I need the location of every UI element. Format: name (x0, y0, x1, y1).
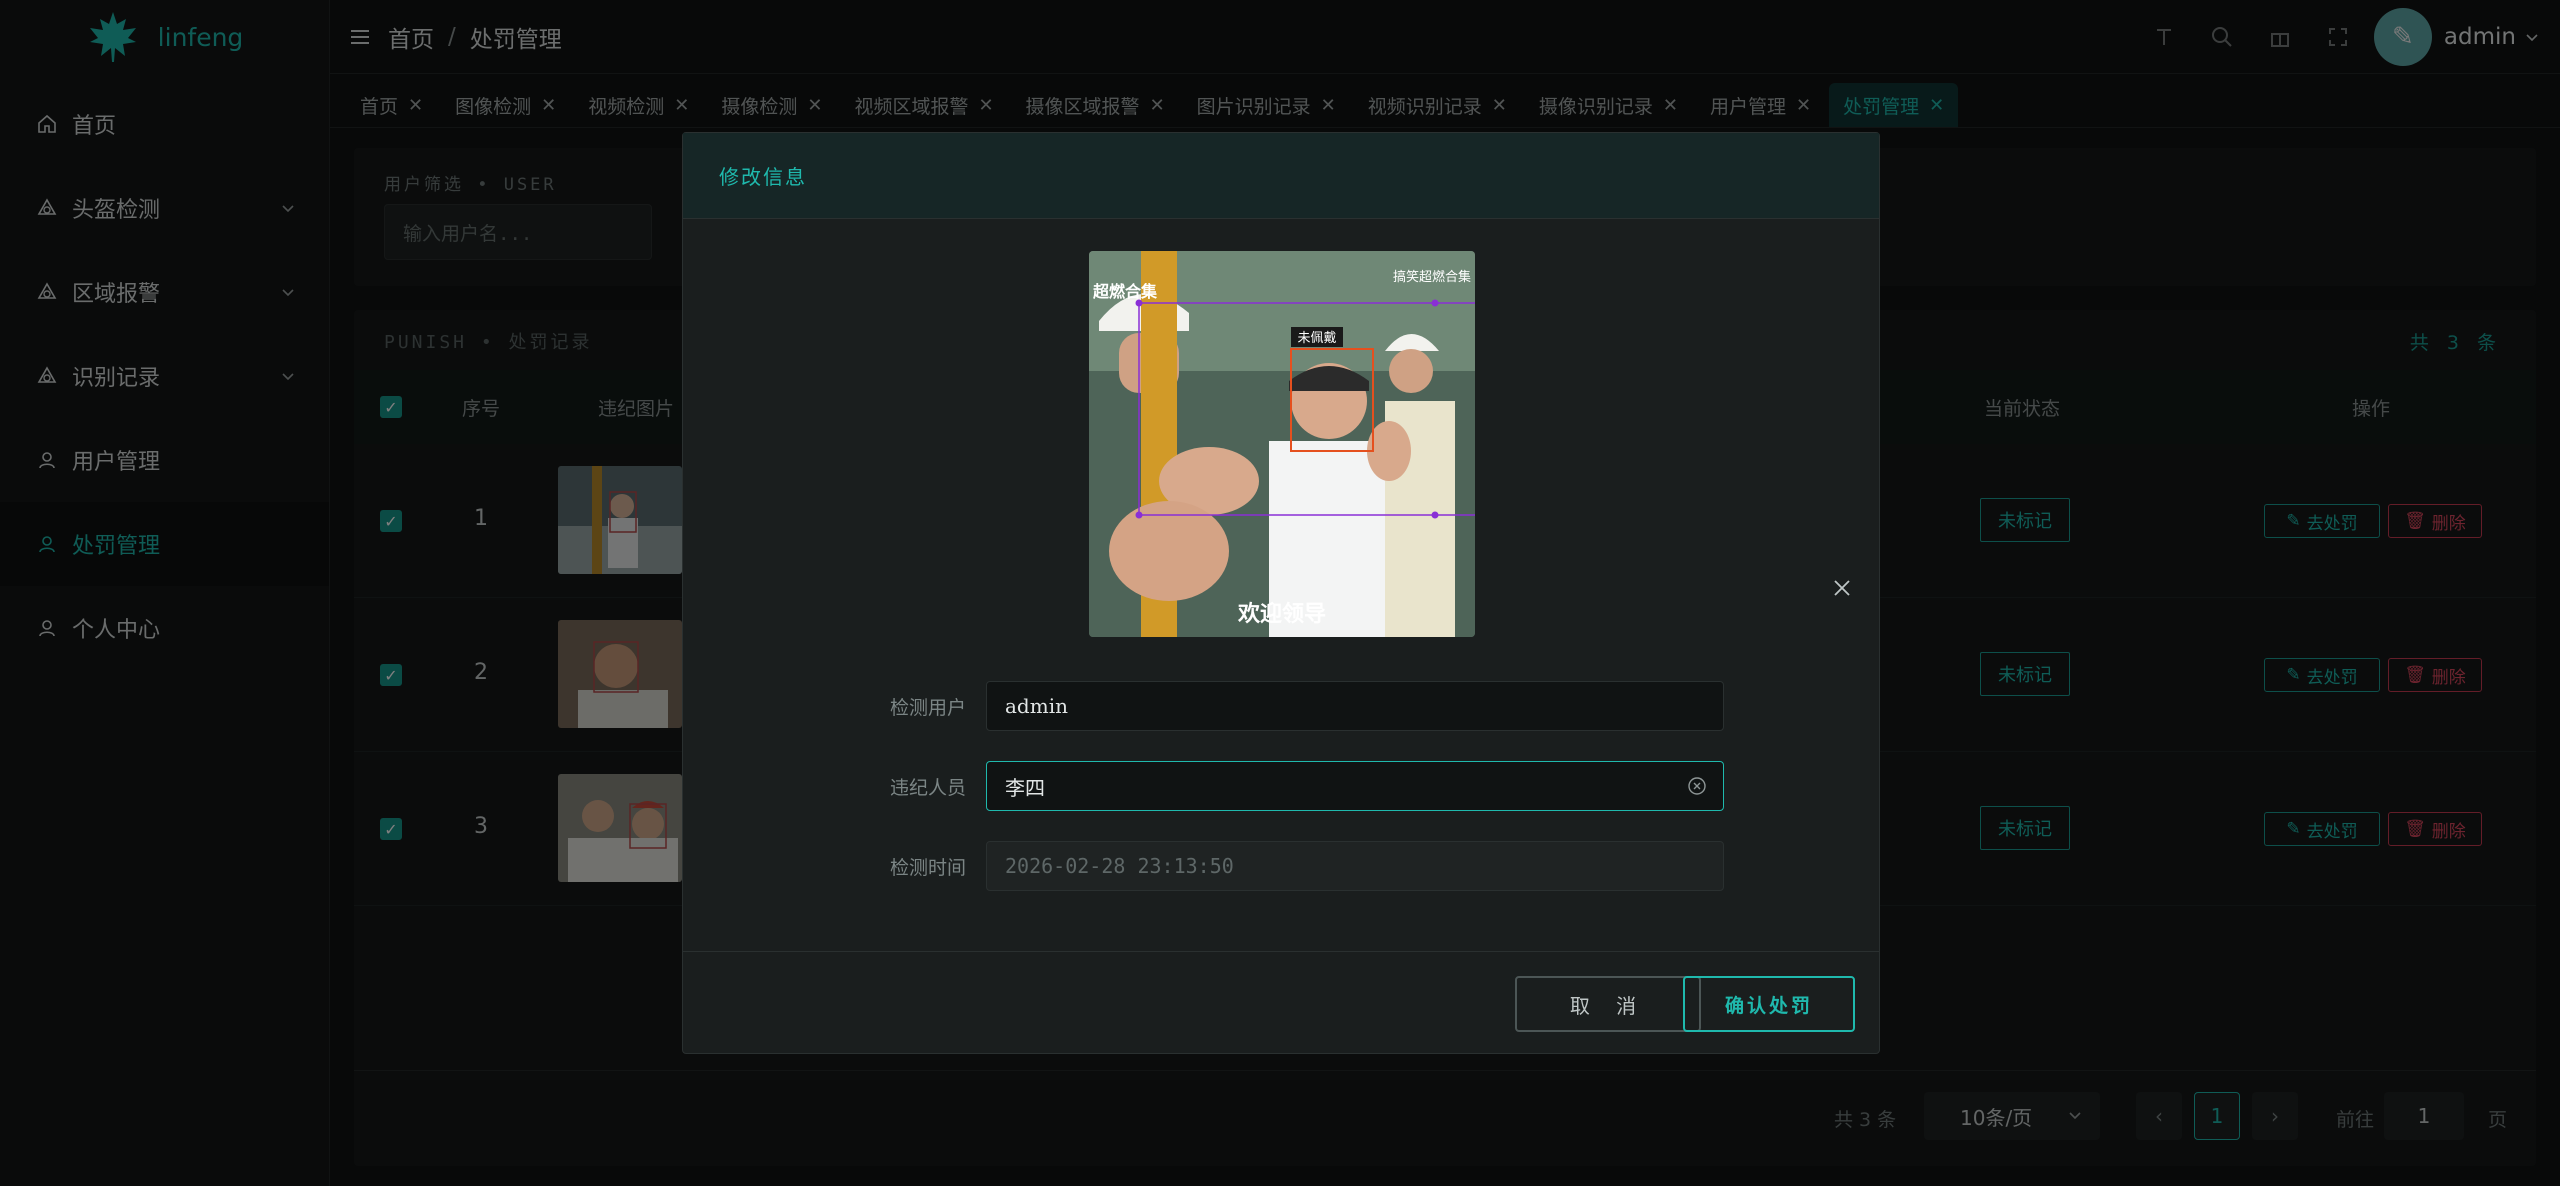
field-label-violator: 违纪人员 (890, 777, 967, 799)
field-label-detect-user: 检测用户 (890, 697, 967, 719)
dialog-footer: 取 消 确认处罚 (683, 951, 1879, 1055)
app-root: linfeng 首页 头盔检测 区域报警 识别记录 (0, 0, 2560, 1186)
overlay-caption: 欢迎领导 (1237, 601, 1326, 627)
violator-value: 李四 (1005, 775, 1045, 800)
violation-image: 未佩戴 超燃合集 搞笑超燃合集 欢迎领导 (1089, 251, 1475, 637)
overlay-top-right-text: 搞笑超燃合集 (1393, 269, 1471, 285)
edit-info-dialog: 修改信息 未佩戴 超燃合集 搞笑超燃合集 欢迎领导 检测用户 admin 违纪人… (682, 132, 1880, 1054)
dialog-title: 修改信息 (683, 133, 1879, 219)
overlay-top-left-text: 超燃合集 (1092, 282, 1158, 301)
detect-time-field: 2026-02-28 23:13:50 (986, 841, 1724, 891)
cancel-button[interactable]: 取 消 (1515, 976, 1701, 1032)
close-icon[interactable] (1831, 577, 1853, 599)
clear-icon[interactable] (1687, 776, 1707, 796)
detect-user-field[interactable]: admin (986, 681, 1724, 731)
confirm-punish-button[interactable]: 确认处罚 (1683, 976, 1855, 1032)
field-label-detect-time: 检测时间 (890, 857, 967, 879)
violator-field[interactable]: 李四 (986, 761, 1724, 811)
box-label: 未佩戴 (1297, 331, 1336, 346)
